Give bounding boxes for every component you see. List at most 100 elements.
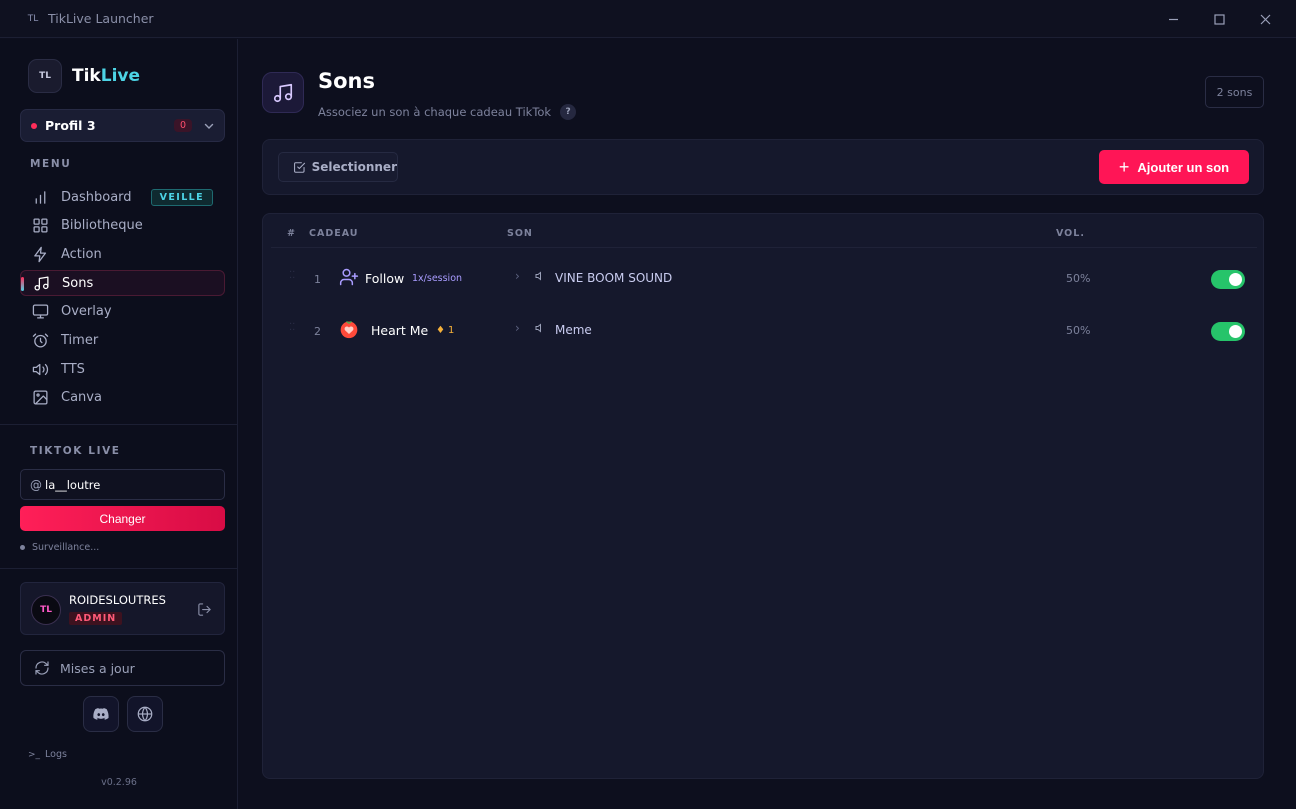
sidebar-item-action[interactable]: Action	[20, 241, 225, 267]
status-badge: VEILLE	[150, 188, 213, 206]
checkbox-icon	[294, 161, 306, 173]
page-subtitle: Associez un son à chaque cadeau TikTok ?	[318, 104, 577, 120]
brand: TL TikLive	[28, 59, 140, 93]
maximize-button[interactable]	[1196, 0, 1242, 38]
volume-value: 50%	[1066, 324, 1091, 337]
close-button[interactable]	[1242, 0, 1288, 38]
menu-section-label: MENU	[30, 158, 72, 170]
logs-link[interactable]: >_ Logs	[28, 749, 67, 760]
app-version: v0.2.96	[101, 777, 137, 788]
sidebar-item-tts[interactable]: TTS	[20, 356, 225, 382]
terminal-icon: >_	[28, 749, 41, 760]
profile-selector[interactable]: Profil 3 0	[20, 109, 225, 142]
gift-name: Follow	[365, 271, 405, 286]
enable-toggle[interactable]	[1211, 270, 1245, 289]
tiktok-username-input[interactable]	[45, 477, 195, 492]
sound-name: VINE BOOM SOUND	[555, 271, 673, 285]
sidebar-item-label: Dashboard	[61, 189, 132, 205]
sidebar-item-label: Action	[61, 246, 102, 262]
column-header-num: #	[287, 228, 296, 239]
chevron-right-icon: ›	[515, 321, 520, 335]
lightning-icon	[34, 246, 47, 263]
user-plus-icon	[339, 268, 359, 286]
sidebar-item-bibliotheque[interactable]: Bibliotheque	[20, 213, 225, 239]
chevron-right-icon: ›	[515, 269, 520, 283]
page-icon	[262, 72, 304, 113]
gift-coin-cost: 1	[448, 325, 455, 336]
updates-button-label: Mises a jour	[60, 660, 135, 676]
change-username-button[interactable]: Changer	[20, 506, 225, 531]
alarm-clock-icon	[32, 333, 49, 348]
table-row[interactable]: ·· ·· 2 Heart Me ♦ 1 › Meme 50%	[271, 306, 1257, 352]
plus-icon: +	[1118, 157, 1130, 177]
enable-toggle[interactable]	[1211, 322, 1245, 341]
page-subtitle-text: Associez un son à chaque cadeau TikTok	[318, 105, 552, 119]
sidebar-item-canva[interactable]: Canva	[20, 385, 225, 411]
brand-name: TikLive	[72, 66, 140, 86]
brand-logo-icon: TL	[28, 59, 62, 93]
volume-value: 50%	[1066, 272, 1091, 285]
app-logo-icon: TL	[27, 13, 39, 24]
sidebar-item-timer[interactable]: Timer	[20, 327, 225, 353]
sidebar-item-label: Timer	[61, 332, 99, 348]
discord-button[interactable]	[83, 696, 119, 732]
row-number: 1	[314, 273, 321, 286]
sound-name: Meme	[555, 323, 592, 337]
drag-handle-icon[interactable]: ·· ··	[289, 320, 295, 336]
user-name: ROIDESLOUTRES	[69, 593, 166, 607]
sidebar-item-label: Bibliotheque	[61, 218, 143, 234]
minimize-button[interactable]	[1150, 0, 1196, 38]
sidebar-nav: Dashboard VEILLE Bibliotheque Action Son…	[20, 184, 225, 414]
surveillance-status: Surveillance...	[20, 542, 99, 553]
sidebar-divider	[0, 424, 238, 425]
sidebar: TL TikLive Profil 3 0 MENU Dashboard VEI…	[0, 39, 238, 809]
website-button[interactable]	[127, 696, 163, 732]
brand-name-part1: Tik	[72, 66, 101, 86]
sidebar-item-label: Canva	[61, 390, 102, 406]
gift-frequency-tag: 1x/session	[412, 273, 463, 284]
profile-status-dot	[31, 122, 37, 129]
updates-button[interactable]: Mises a jour	[20, 650, 225, 686]
bar-chart-icon	[35, 190, 46, 204]
sidebar-divider	[0, 568, 238, 569]
image-icon	[33, 390, 48, 405]
music-note-icon	[273, 83, 293, 102]
surveillance-status-text: Surveillance...	[32, 542, 100, 553]
sidebar-item-sons[interactable]: Sons	[20, 270, 225, 297]
gift-name: Heart Me	[371, 323, 429, 338]
tiktok-username-field[interactable]: @	[20, 469, 225, 500]
minimize-icon	[1168, 18, 1178, 20]
tiktok-live-section-label: TIKTOK LIVE	[30, 445, 121, 457]
speaker-icon[interactable]	[535, 270, 547, 282]
sounds-table: # CADEAU SON VOL. ·· ·· 1 Follow 1x/sessi…	[262, 213, 1264, 779]
speaker-icon	[32, 363, 49, 375]
speaker-icon[interactable]	[535, 322, 547, 334]
music-note-icon	[34, 276, 49, 291]
add-sound-button-label: Ajouter un son	[1137, 159, 1230, 175]
sidebar-item-label: Overlay	[61, 304, 112, 320]
toolbar: Selectionner + Ajouter un son	[262, 139, 1264, 195]
sidebar-item-dashboard[interactable]: Dashboard VEILLE	[20, 184, 225, 210]
sidebar-item-label: Sons	[62, 275, 94, 291]
logs-label: Logs	[45, 749, 67, 760]
window-title: TikLive Launcher	[48, 11, 154, 26]
select-button-label: Selectionner	[311, 160, 397, 174]
column-header-volume: VOL.	[1056, 228, 1085, 239]
at-symbol: @	[30, 477, 42, 492]
discord-icon	[93, 708, 109, 720]
logout-icon[interactable]	[197, 602, 212, 617]
avatar: TL	[31, 595, 61, 625]
heart-gift-icon	[340, 320, 358, 339]
drag-handle-icon[interactable]: ·· ··	[289, 268, 295, 284]
coin-icon: ♦	[436, 325, 445, 336]
select-button[interactable]: Selectionner	[278, 152, 398, 182]
table-row[interactable]: ·· ·· 1 Follow 1x/session › VINE BOOM SOU…	[271, 254, 1257, 300]
title-bar: TL TikLive Launcher	[0, 0, 1296, 38]
monitor-icon	[32, 304, 49, 319]
add-sound-button[interactable]: + Ajouter un son	[1099, 150, 1249, 184]
profile-name: Profil 3	[45, 118, 96, 133]
refresh-icon	[35, 661, 49, 675]
help-icon[interactable]: ?	[560, 104, 577, 120]
sidebar-item-overlay[interactable]: Overlay	[20, 299, 225, 325]
brand-name-part2: Live	[100, 66, 141, 86]
